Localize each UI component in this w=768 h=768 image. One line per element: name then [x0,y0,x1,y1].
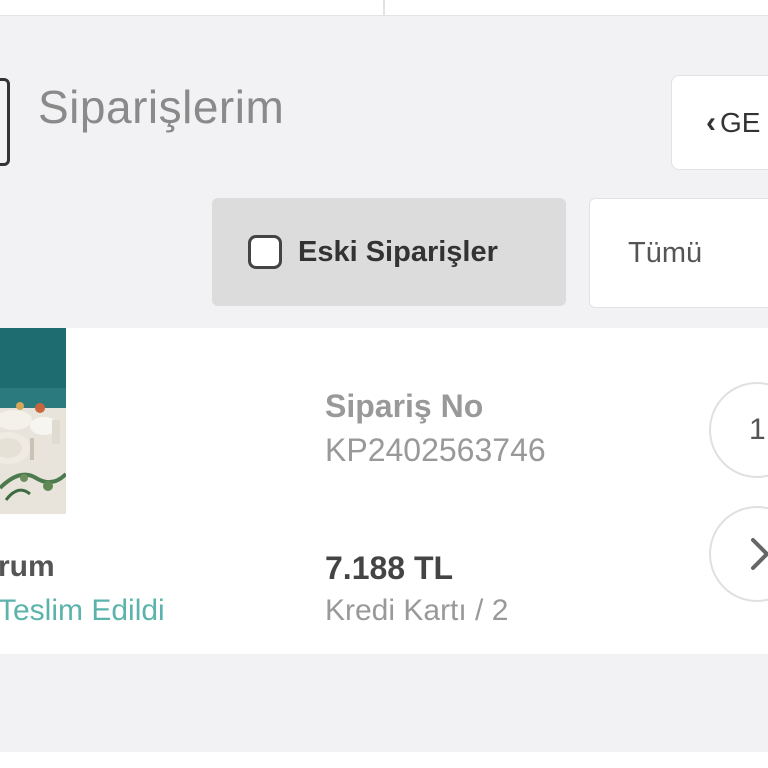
back-button-label: GE [720,106,761,138]
page-title: Siparişlerim [38,81,285,133]
order-status: Teslim Edildi [0,594,165,627]
old-orders-label: Eski Siparişler [298,235,498,268]
order-price: 7.188 TL [325,550,454,586]
old-orders-toggle[interactable]: Eski Siparişler [212,198,566,306]
top-bar [0,0,768,16]
order-number: KP2402563746 [325,432,546,468]
back-button[interactable]: ‹ GE [671,75,768,170]
page-header: Siparişlerim ‹ GE [0,16,768,176]
payment-method: Kredi Kartı / 2 [325,594,509,627]
old-orders-checkbox[interactable] [248,235,282,269]
order-card[interactable]: rum Teslim Edildi Sipariş No KP240256374… [0,328,768,654]
quantity-value: 1 [749,413,766,446]
status-filter-select[interactable]: Tümü [589,198,768,308]
product-thumbnail[interactable] [0,328,66,514]
quantity-badge[interactable]: 1 [709,382,768,478]
order-number-label: Sipariş No [325,388,484,424]
filters-bar: Eski Siparişler Tümü [0,176,768,328]
bottom-bar [0,752,768,768]
chevron-left-icon: ‹ [706,105,716,139]
order-detail-button[interactable] [709,506,768,602]
top-bar-divider [383,0,385,16]
status-filter-value: Tümü [628,236,703,269]
product-name: rum [0,550,55,583]
chevron-right-icon [751,538,768,570]
page-background [0,654,768,768]
menu-icon[interactable] [0,78,10,166]
